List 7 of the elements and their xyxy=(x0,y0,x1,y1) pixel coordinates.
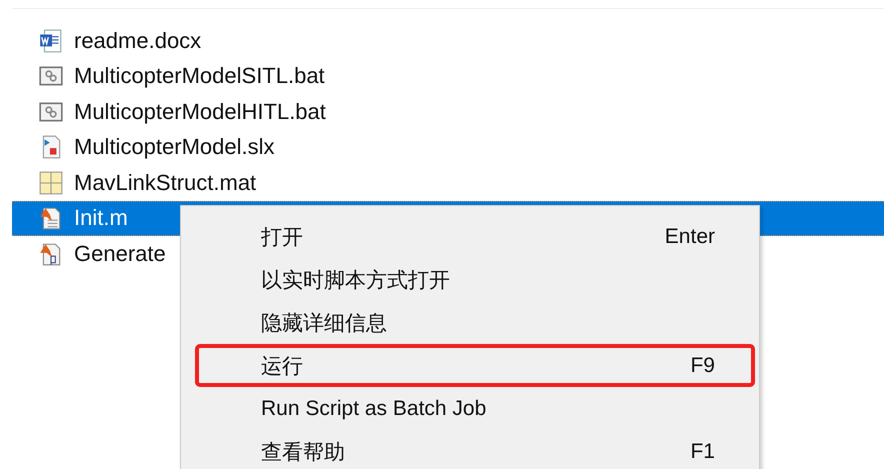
file-name: MavLinkStruct.mat xyxy=(74,170,256,196)
file-name: Generate xyxy=(74,240,166,267)
file-name: Init.m xyxy=(74,205,128,232)
file-name: MulticopterModelHITL.bat xyxy=(74,98,326,125)
file-name: MulticopterModelSITL.bat xyxy=(74,63,325,90)
file-name: readme.docx xyxy=(74,28,202,54)
file-name: MulticopterModel.slx xyxy=(74,134,275,160)
